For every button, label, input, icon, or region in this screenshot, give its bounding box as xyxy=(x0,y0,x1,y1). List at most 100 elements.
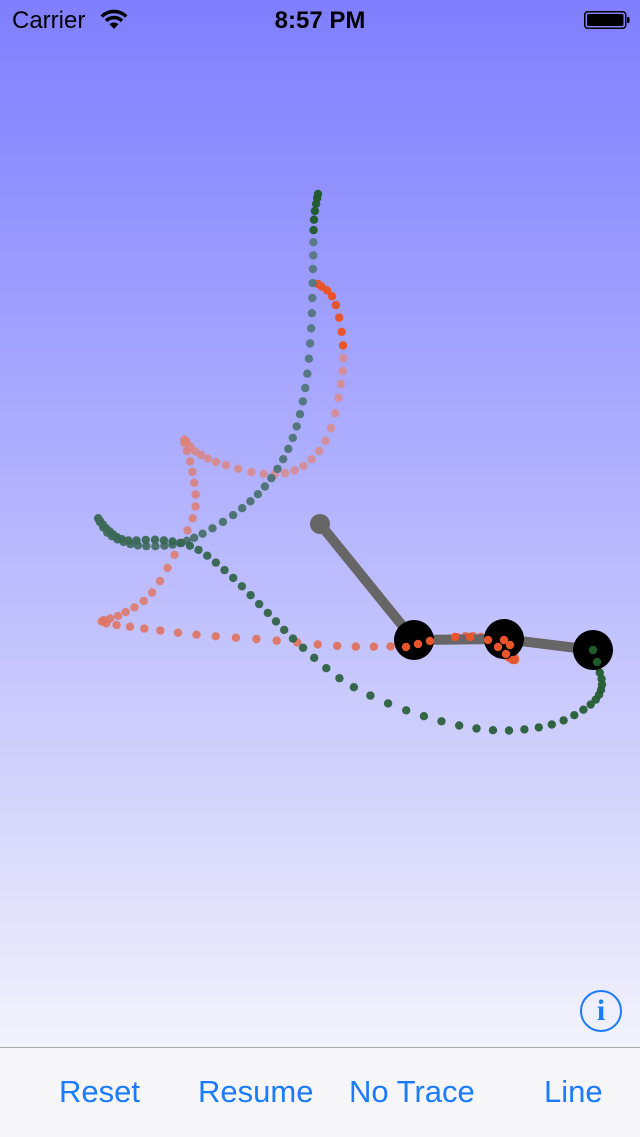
trace-dot xyxy=(139,596,148,606)
trace-dot xyxy=(437,717,446,726)
trace-dot xyxy=(140,624,149,633)
trace-dot xyxy=(349,683,359,692)
trace-dot xyxy=(570,711,579,720)
trace-dot xyxy=(321,436,330,445)
trace-dot xyxy=(177,538,186,548)
trace-dot xyxy=(338,366,347,376)
trace-dot xyxy=(472,724,481,733)
trace-dot xyxy=(124,536,133,545)
trace-dot xyxy=(402,706,411,715)
trace-dot xyxy=(508,655,518,665)
trace-dot xyxy=(102,619,111,628)
trace-dot xyxy=(211,632,220,641)
trace-dot xyxy=(419,712,429,721)
trace-dot xyxy=(267,473,276,483)
line-button[interactable]: Line xyxy=(544,1074,603,1110)
trace-dot xyxy=(310,206,320,216)
trace-dot xyxy=(188,467,197,477)
info-button[interactable]: i xyxy=(580,990,622,1032)
trace-dot xyxy=(170,550,179,559)
trace-dot xyxy=(211,558,221,567)
trace-dot xyxy=(334,393,343,403)
trace-dot xyxy=(295,410,305,419)
trace-dot xyxy=(271,617,281,626)
trace-dot xyxy=(273,464,282,474)
trace-dot xyxy=(180,438,189,448)
trace-dot xyxy=(331,409,340,418)
trace-dot xyxy=(228,510,238,520)
trace-dot xyxy=(208,524,217,533)
trace-dot xyxy=(112,620,121,630)
trace-dot xyxy=(337,327,346,336)
trace-dot xyxy=(233,464,243,473)
trace-dot xyxy=(299,461,308,471)
trace-dot xyxy=(505,640,515,650)
trace-dot xyxy=(313,640,322,649)
trace-dot xyxy=(141,535,150,545)
trace-dot xyxy=(303,369,312,378)
trace-dot xyxy=(310,653,319,662)
trace-dot xyxy=(504,726,514,735)
trace-dot xyxy=(326,423,336,433)
trace-dot xyxy=(465,632,475,642)
trace-dot xyxy=(455,721,464,730)
trace-dot xyxy=(150,535,160,544)
trace-dot xyxy=(231,633,241,642)
reset-button[interactable]: Reset xyxy=(59,1074,140,1110)
trace-dot xyxy=(252,634,261,644)
trace-dot xyxy=(191,502,200,511)
trace-dot xyxy=(298,397,308,406)
trace-dot xyxy=(501,649,511,659)
trace-dot xyxy=(229,573,238,583)
trace-dot xyxy=(218,517,228,527)
trace-dot xyxy=(339,354,348,363)
trace-dot xyxy=(304,354,314,363)
trace-dot xyxy=(307,455,316,464)
trace-dot xyxy=(520,725,529,734)
trace-dot xyxy=(168,537,177,546)
no-trace-button[interactable]: No Trace xyxy=(349,1074,475,1110)
trace-dot xyxy=(309,251,318,260)
trace-dot xyxy=(132,536,141,545)
trace-dot xyxy=(211,457,221,467)
trace-dot xyxy=(183,526,192,535)
trace-dot xyxy=(588,645,598,655)
trace-dot xyxy=(259,469,268,479)
trace-dot xyxy=(351,642,360,651)
trace-dot xyxy=(386,642,395,651)
trace-dot xyxy=(280,625,289,635)
trace-dot xyxy=(163,563,172,573)
trace-dot xyxy=(559,716,568,725)
trace-dot xyxy=(592,657,602,667)
trace-dot xyxy=(369,642,378,651)
trace-dot xyxy=(247,467,256,477)
trace-dot xyxy=(188,514,197,523)
trace-dot xyxy=(284,444,293,454)
trace-dot xyxy=(113,611,123,621)
trace-dot xyxy=(298,643,308,652)
trace-dot xyxy=(185,541,195,550)
trace-dot xyxy=(155,576,165,586)
trace-dot xyxy=(327,292,337,301)
trace-dot xyxy=(308,264,318,274)
resume-button[interactable]: Resume xyxy=(198,1074,313,1110)
trace-dot xyxy=(255,599,264,609)
trace-dot xyxy=(147,588,157,597)
trace-dot xyxy=(336,379,346,389)
trace-dot xyxy=(338,341,348,350)
trace-dot xyxy=(198,529,207,538)
trace-dot xyxy=(322,664,331,673)
trace-dot xyxy=(246,591,255,600)
pendulum-pivot[interactable] xyxy=(310,514,330,534)
pendulum-canvas[interactable] xyxy=(0,0,640,1048)
pendulum-rod-1 xyxy=(315,519,419,645)
trace-dot xyxy=(483,635,493,645)
trace-dot xyxy=(534,723,543,732)
trace-dot xyxy=(309,238,318,247)
trace-dot xyxy=(237,582,247,591)
trace-dot xyxy=(305,339,315,348)
trace-dot xyxy=(263,608,272,618)
trace-dot xyxy=(194,545,203,555)
trace-dot xyxy=(401,642,411,652)
trace-dot xyxy=(246,497,255,506)
